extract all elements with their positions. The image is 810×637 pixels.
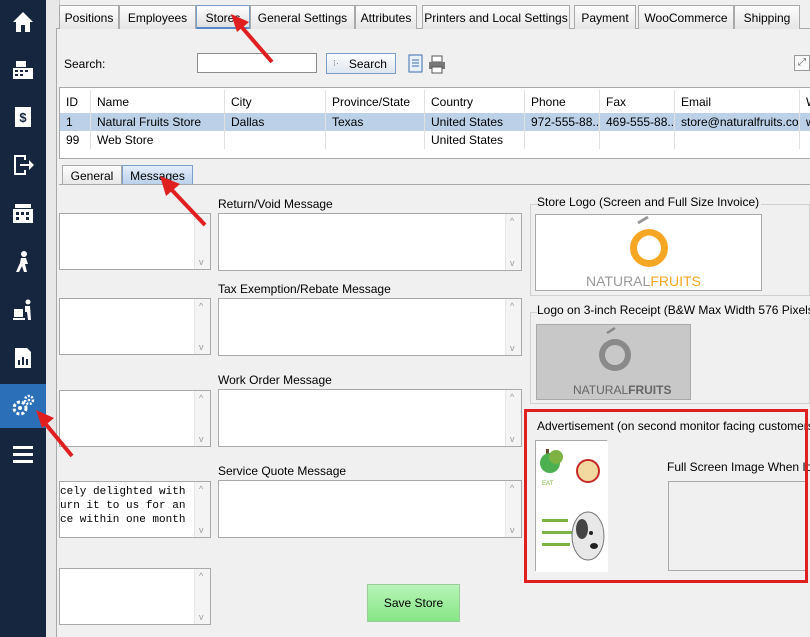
cash-register-icon xyxy=(13,61,33,79)
return-void-field[interactable] xyxy=(218,213,522,271)
col-fax[interactable]: Fax xyxy=(600,90,675,113)
sidebar-item-signout[interactable] xyxy=(0,143,46,187)
sign-out-icon xyxy=(14,155,34,175)
tab-payment[interactable]: Payment xyxy=(574,5,636,29)
store-icon xyxy=(13,204,33,223)
subtab-divider xyxy=(59,184,810,185)
cell-country: United States xyxy=(425,131,525,149)
left-message-field-2[interactable] xyxy=(59,298,211,355)
receipt-icon: $ xyxy=(15,107,31,127)
sidebar-item-menu[interactable] xyxy=(0,432,46,476)
col-city[interactable]: City xyxy=(225,90,326,113)
subtab-general[interactable]: General xyxy=(62,165,122,185)
advertisement-highlight-box xyxy=(524,409,808,583)
sidebar-item-customers[interactable] xyxy=(0,240,46,284)
service-quote-field[interactable] xyxy=(218,480,522,538)
left-message-field-1[interactable] xyxy=(59,213,211,270)
service-quote-label: Service Quote Message xyxy=(218,464,347,478)
tab-employees[interactable]: Employees xyxy=(119,5,196,29)
grid-header: ID Name City Province/State Country Phon… xyxy=(60,90,810,114)
cell-id: 99 xyxy=(60,131,91,149)
cell-fax: 469-555-88... xyxy=(600,113,675,131)
cell-fax xyxy=(600,131,675,149)
cell-id: 1 xyxy=(60,113,91,131)
sidebar-item-reports[interactable] xyxy=(0,336,46,380)
work-order-field[interactable] xyxy=(218,389,522,447)
cell-name: Natural Fruits Store xyxy=(91,113,225,131)
stores-grid: ID Name City Province/State Country Phon… xyxy=(59,87,810,159)
export-list-icon[interactable] xyxy=(406,54,426,74)
search-input[interactable] xyxy=(197,53,317,73)
logo-brand-text: NATURALFRUITS xyxy=(586,273,701,289)
col-name[interactable]: Name xyxy=(91,90,225,113)
table-row[interactable]: 1 Natural Fruits Store Dallas Texas Unit… xyxy=(60,113,810,131)
tab-woocommerce[interactable]: WooCommerce xyxy=(638,5,734,29)
cell-phone: 972-555-88... xyxy=(525,113,600,131)
left-message-field-4[interactable]: cely delighted with urn it to us for an … xyxy=(59,481,211,538)
search-label: Search: xyxy=(64,57,106,71)
natural-fruits-logo: NATURALFRUITS xyxy=(586,215,701,289)
left-field-text: cely delighted with urn it to us for an … xyxy=(60,486,186,526)
table-row[interactable]: 99 Web Store United States xyxy=(60,131,810,149)
app-sidebar: $ xyxy=(0,0,46,637)
tab-positions[interactable]: Positions xyxy=(59,5,119,29)
tab-shipping[interactable]: Shipping xyxy=(734,5,800,29)
sidebar-item-settings[interactable] xyxy=(0,384,46,428)
print-icon[interactable] xyxy=(427,54,447,74)
sidebar-item-stores[interactable] xyxy=(0,191,46,235)
svg-text:$: $ xyxy=(19,110,27,125)
col-id[interactable]: ID xyxy=(60,90,91,113)
search-button[interactable]: ⁝· Search xyxy=(326,53,396,74)
col-province[interactable]: Province/State xyxy=(326,90,425,113)
tab-general-settings[interactable]: General Settings xyxy=(250,5,355,29)
sidebar-item-register[interactable] xyxy=(0,47,46,91)
save-store-button[interactable]: Save Store xyxy=(367,584,460,622)
home-icon xyxy=(13,12,33,32)
cell-name: Web Store xyxy=(91,131,225,149)
tax-exemption-field[interactable] xyxy=(218,298,522,356)
cell-country: United States xyxy=(425,113,525,131)
bw-logo-brand-text: NATURALFRUITS xyxy=(573,383,671,397)
cell-email xyxy=(675,131,800,149)
settings-tabs: Positions Employees Stores General Setti… xyxy=(56,5,810,29)
tab-stores[interactable]: Stores xyxy=(196,5,250,29)
cell-website xyxy=(800,131,810,149)
tax-exemption-label: Tax Exemption/Rebate Message xyxy=(218,282,391,296)
sidebar-item-receipts[interactable]: $ xyxy=(0,95,46,139)
subtab-messages[interactable]: Messages xyxy=(122,165,193,185)
walking-person-icon xyxy=(16,251,28,272)
sidebar-item-home[interactable] xyxy=(0,0,46,44)
cell-province: Texas xyxy=(326,113,425,131)
cell-city: Dallas xyxy=(225,113,326,131)
cell-phone xyxy=(525,131,600,149)
store-logo-label: Store Logo (Screen and Full Size Invoice… xyxy=(537,195,762,209)
return-void-label: Return/Void Message xyxy=(218,197,333,211)
gears-icon xyxy=(12,394,35,416)
left-message-field-3[interactable] xyxy=(59,390,211,447)
col-country[interactable]: Country xyxy=(425,90,525,113)
cell-city xyxy=(225,131,326,149)
menu-icon xyxy=(13,446,33,463)
receipt-logo-label: Logo on 3-inch Receipt (B&W Max Width 57… xyxy=(537,303,810,317)
cell-province xyxy=(326,131,425,149)
tab-printers[interactable]: Printers and Local Settings xyxy=(422,5,570,29)
tab-attributes[interactable]: Attributes xyxy=(355,5,417,29)
col-email[interactable]: Email xyxy=(675,90,800,113)
left-message-field-5[interactable] xyxy=(59,568,211,625)
search-dots-icon: ⁝· xyxy=(333,58,339,68)
report-icon xyxy=(15,348,31,368)
store-logo-image[interactable]: NATURALFRUITS xyxy=(535,214,762,291)
sidebar-item-inventory[interactable] xyxy=(0,288,46,332)
dolly-person-icon xyxy=(13,299,31,320)
col-website[interactable]: W xyxy=(800,90,810,113)
receipt-logo-image[interactable]: NATURALFRUITS xyxy=(536,324,691,400)
expand-icon[interactable]: ⤢ xyxy=(794,55,810,71)
col-phone[interactable]: Phone xyxy=(525,90,600,113)
work-order-label: Work Order Message xyxy=(218,373,332,387)
cell-website: w xyxy=(800,113,810,131)
natural-fruits-bw-logo: NATURALFRUITS xyxy=(573,326,671,397)
cell-email: store@naturalfruits.com xyxy=(675,113,800,131)
search-button-label: Search xyxy=(348,56,387,71)
